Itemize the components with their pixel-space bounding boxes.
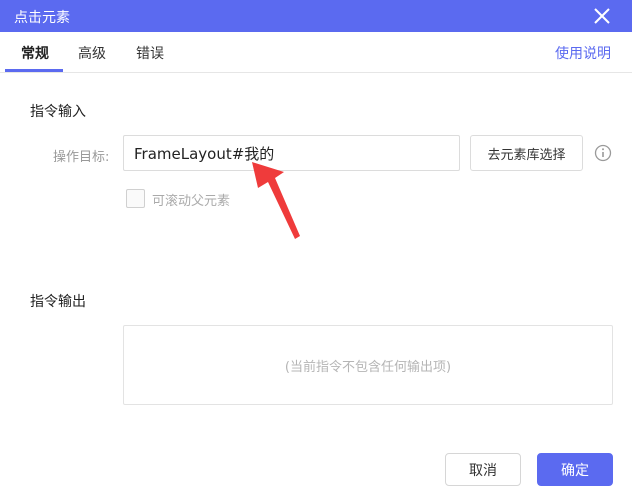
tab-general[interactable]: 常规 xyxy=(21,43,49,63)
title-bar: 点击元素 xyxy=(0,0,632,32)
window-title: 点击元素 xyxy=(14,10,70,26)
output-empty-text: (当前指令不包含任何输出项) xyxy=(284,359,452,375)
input-section-title: 指令输入 xyxy=(30,104,86,120)
info-icon[interactable] xyxy=(594,144,612,162)
scrollable-parent-checkbox[interactable] xyxy=(126,189,145,208)
active-tab-indicator xyxy=(5,69,63,72)
tab-bar: 常规 高级 错误 使用说明 xyxy=(0,32,632,73)
cancel-button[interactable]: 取消 xyxy=(445,453,521,486)
scrollable-parent-label: 可滚动父元素 xyxy=(152,194,231,209)
output-section-title: 指令输出 xyxy=(30,294,86,310)
close-icon[interactable] xyxy=(590,4,614,28)
output-list: (当前指令不包含任何输出项) xyxy=(123,325,613,405)
target-label: 操作目标: xyxy=(53,150,110,165)
confirm-button[interactable]: 确定 xyxy=(537,453,613,486)
pick-from-library-button[interactable]: 去元素库选择 xyxy=(470,135,583,171)
annotation-arrow-icon xyxy=(252,162,300,239)
tab-errors[interactable]: 错误 xyxy=(136,43,164,63)
help-link[interactable]: 使用说明 xyxy=(555,43,611,63)
tab-advanced[interactable]: 高级 xyxy=(78,43,106,63)
